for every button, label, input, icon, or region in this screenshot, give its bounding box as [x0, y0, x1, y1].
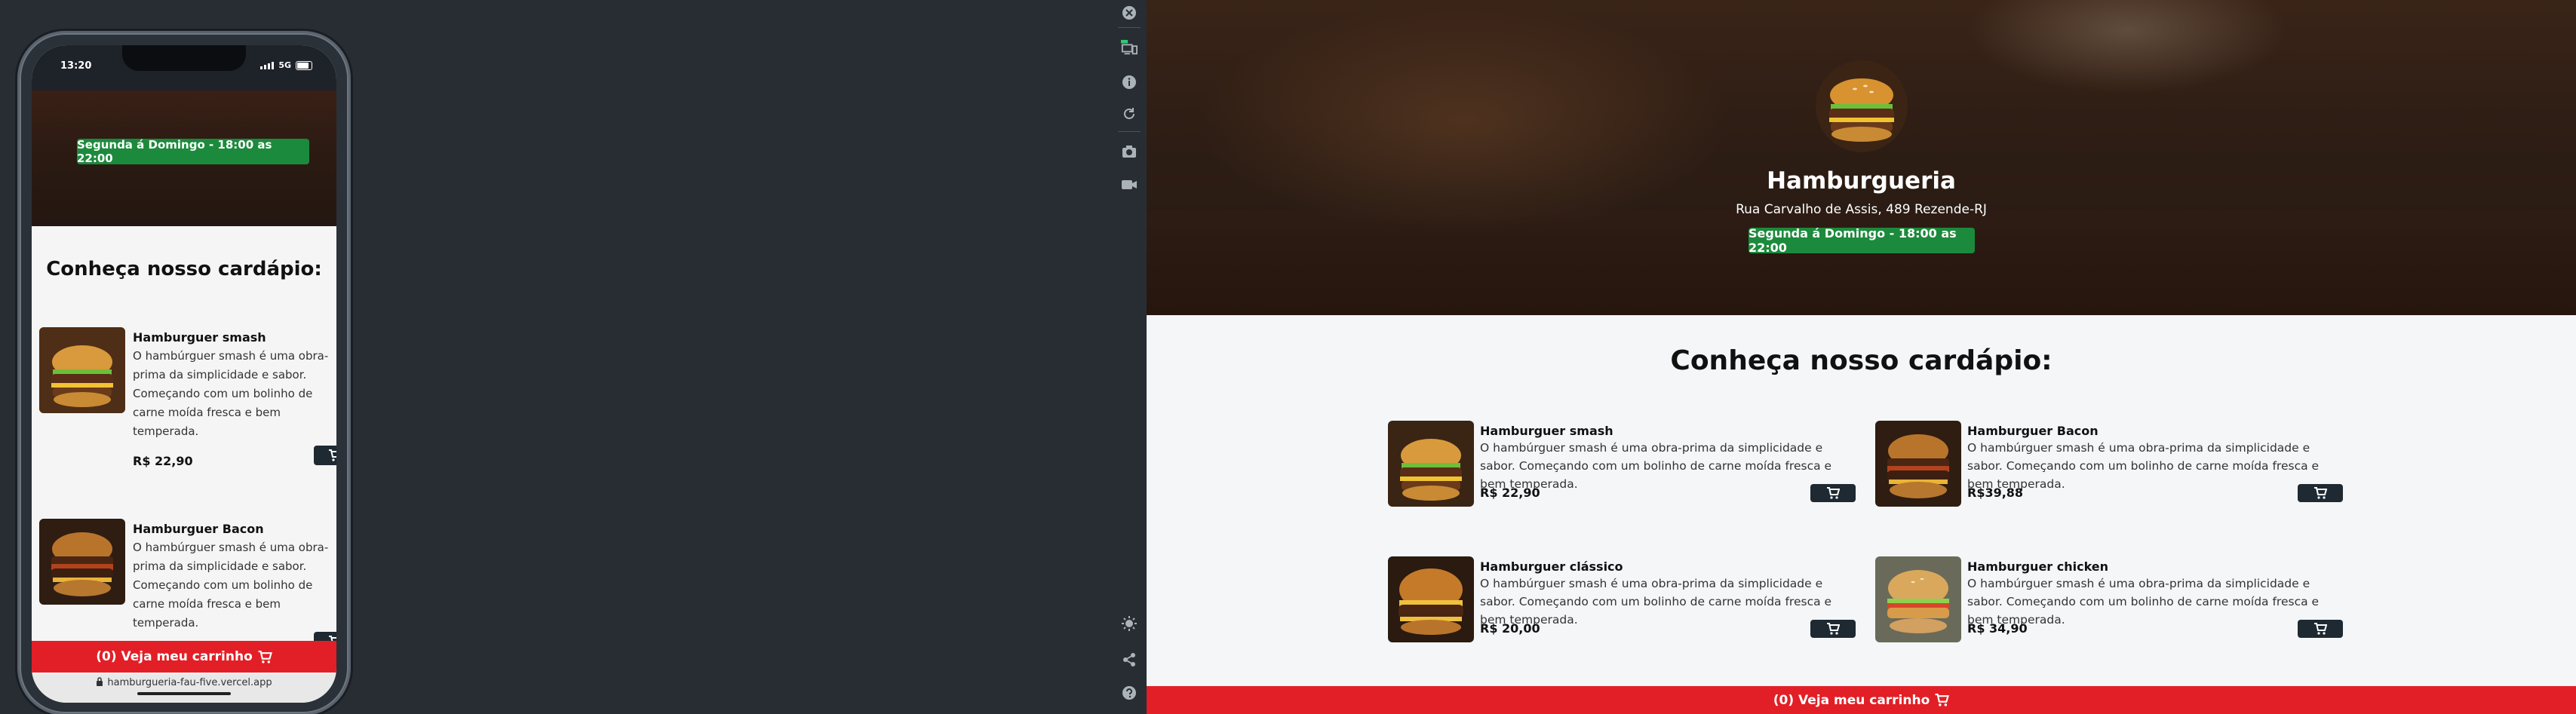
item-name: Hamburguer Bacon — [133, 522, 264, 536]
add-to-cart-button[interactable] — [2298, 620, 2343, 638]
cart-label: (0) Veja meu carrinho — [96, 649, 253, 664]
cart-label: (0) Veja meu carrinho — [1773, 692, 1930, 708]
menu-item[interactable]: Hamburguer clássico O hambúrguer smash é… — [1388, 556, 1856, 642]
rotate-icon[interactable] — [1121, 106, 1138, 122]
item-price: R$ 22,90 — [1480, 486, 1540, 500]
menu-item[interactable]: Hamburguer chicken O hambúrguer smash é … — [1875, 556, 2343, 642]
address-bar[interactable]: hamburgueria-fau-five.vercel.app — [32, 674, 336, 703]
item-description: O hambúrguer smash é uma obra-prima da s… — [1967, 441, 2320, 491]
item-description: O hambúrguer smash é uma obra-prima da s… — [133, 349, 329, 438]
network-label: 5G — [278, 60, 291, 70]
restaurant-logo — [1816, 60, 1908, 152]
menu-item[interactable]: Hamburguer smash O hambúrguer smash é um… — [1388, 421, 1856, 507]
view-cart-button[interactable]: (0) Veja meu carrinho — [1147, 686, 2576, 714]
burger-image — [1388, 421, 1474, 507]
add-to-cart-button[interactable] — [1810, 620, 1856, 638]
add-to-cart-button[interactable] — [2298, 484, 2343, 502]
item-price: R$ 34,90 — [1967, 621, 2028, 636]
item-name: Hamburguer smash — [133, 330, 266, 345]
status-bar: 13:20 5G — [32, 45, 336, 90]
desktop-preview: Hamburgueria Rua Carvalho de Assis, 489 … — [1147, 0, 2576, 714]
device-toolbar — [1109, 0, 1148, 714]
item-price: R$ 22,90 — [133, 454, 193, 468]
mobile-screen: 13:20 5G Segunda á Domingo - 18:00 as 22… — [32, 45, 336, 703]
device-frame: 13:20 5G Segunda á Domingo - 18:00 as 22… — [20, 33, 348, 713]
item-name: Hamburguer smash — [1480, 424, 1613, 438]
url-text: hamburgueria-fau-five.vercel.app — [107, 677, 272, 688]
menu-item[interactable]: Hamburguer smash O hambúrguer smash é um… — [39, 327, 336, 470]
cart-icon — [329, 449, 336, 461]
responsive-icon[interactable] — [1121, 39, 1138, 56]
cart-icon — [1935, 694, 1950, 706]
hours-badge: Segunda á Domingo - 18:00 as 22:00 — [77, 138, 309, 165]
item-price: R$39,88 — [1967, 486, 2024, 500]
camera-icon[interactable] — [1121, 143, 1138, 160]
signal-icon — [260, 61, 275, 69]
item-price: R$ 20,00 — [1480, 621, 1540, 636]
share-icon[interactable] — [1121, 651, 1138, 668]
hero-banner: Hamburgueria Rua Carvalho de Assis, 489 … — [1147, 0, 2576, 315]
view-cart-button[interactable]: (0) Veja meu carrinho — [32, 641, 336, 673]
burger-image — [1875, 421, 1961, 507]
cart-icon — [1827, 487, 1840, 499]
menu-heading: Conheça nosso cardápio: — [46, 258, 322, 280]
cart-icon — [2314, 487, 2327, 499]
item-name: Hamburguer clássico — [1480, 559, 1623, 574]
item-name: Hamburguer chicken — [1967, 559, 2109, 574]
menu-heading: Conheça nosso cardápio: — [1670, 345, 2053, 376]
status-time: 13:20 — [60, 60, 92, 72]
video-icon[interactable] — [1121, 176, 1138, 193]
info-icon[interactable] — [1121, 74, 1138, 90]
burger-image — [1388, 556, 1474, 642]
lock-icon — [97, 677, 103, 686]
camera-notch — [122, 45, 246, 71]
burger-image — [39, 519, 125, 605]
home-indicator — [137, 692, 231, 695]
restaurant-name: Hamburgueria — [1767, 167, 1956, 195]
burger-image — [1875, 556, 1961, 642]
cart-icon — [258, 650, 272, 663]
item-description: O hambúrguer smash é uma obra-prima da s… — [133, 541, 329, 630]
cart-icon — [1827, 623, 1840, 635]
mobile-hero: Segunda á Domingo - 18:00 as 22:00 — [32, 90, 336, 226]
battery-icon — [296, 60, 312, 70]
burger-image — [39, 327, 125, 413]
item-name: Hamburguer Bacon — [1967, 424, 2099, 438]
cart-icon — [2314, 623, 2327, 635]
add-to-cart-button[interactable] — [1810, 484, 1856, 502]
hours-badge: Segunda á Domingo - 18:00 as 22:00 — [1749, 226, 1975, 255]
add-to-cart-button[interactable] — [314, 446, 336, 465]
close-icon[interactable] — [1121, 5, 1138, 21]
theme-icon[interactable] — [1121, 615, 1138, 632]
help-icon[interactable] — [1121, 685, 1138, 701]
restaurant-address: Rua Carvalho de Assis, 489 Rezende-RJ — [1736, 202, 1987, 217]
menu-item[interactable]: Hamburguer Bacon O hambúrguer smash é um… — [1875, 421, 2343, 507]
